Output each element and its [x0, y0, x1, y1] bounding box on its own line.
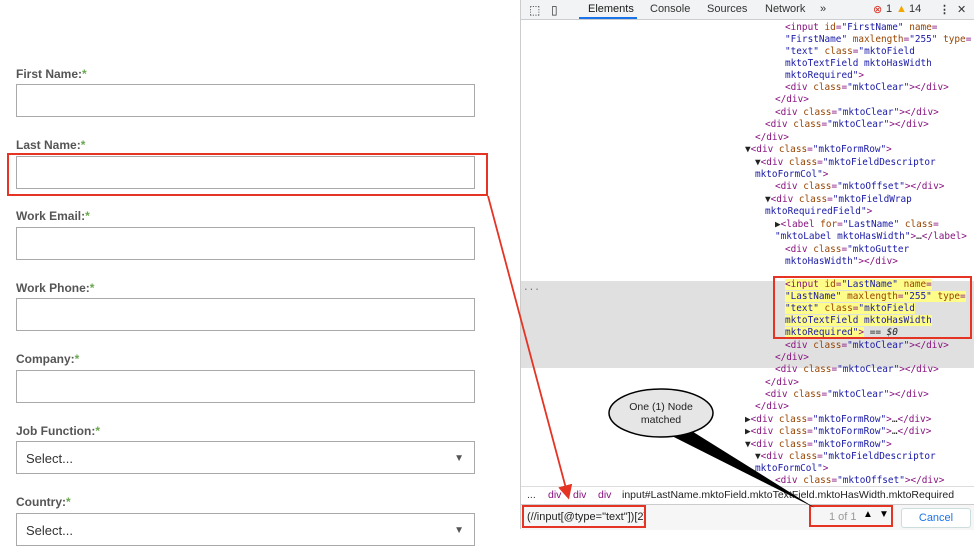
callout-pointer [650, 425, 815, 508]
annotation-overlay: One (1) Node matched [487, 195, 815, 508]
arrow-line [487, 195, 573, 500]
callout-text-line2: matched [641, 414, 681, 426]
callout-bubble [608, 388, 714, 438]
callout-text-line1: One (1) Node [629, 401, 693, 413]
